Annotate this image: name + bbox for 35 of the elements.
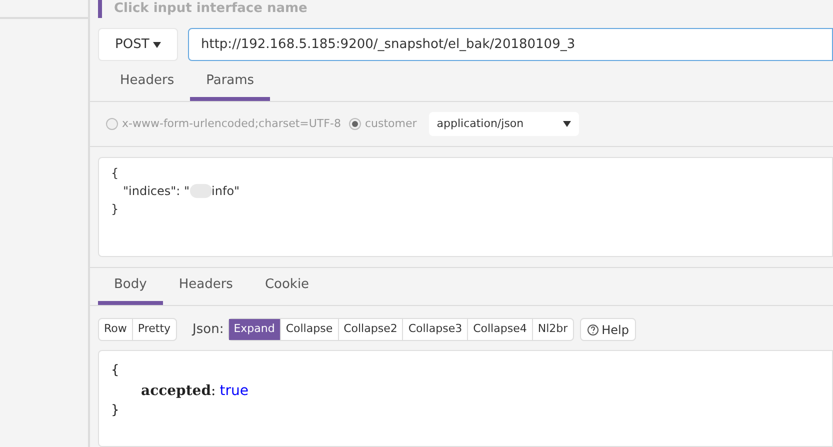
- colon: :: [210, 383, 216, 399]
- url-field[interactable]: http://192.168.5.185:9200/_snapshot/el_bak/20180109_3: [188, 28, 833, 61]
- toggle-button[interactable]: Collapse: [280, 319, 339, 340]
- code-line: "indices": ": [123, 183, 190, 200]
- code-line: }: [111, 202, 119, 216]
- radio-label: customer: [364, 116, 417, 132]
- toggle-button[interactable]: Collapse4: [468, 319, 533, 340]
- request-body-editor[interactable]: { "indices": " info" }: [98, 157, 833, 257]
- json-label: Json:: [192, 320, 224, 339]
- code-line: {: [111, 363, 120, 378]
- toggle-button[interactable]: Pretty: [132, 319, 176, 340]
- toggle-button[interactable]: Nl2br: [532, 319, 573, 340]
- request-tab[interactable]: Params: [190, 65, 270, 101]
- radio-label: x-www-form-urlencoded;charset=UTF-8: [122, 116, 341, 132]
- code-line: {: [111, 166, 119, 180]
- response-tab[interactable]: Cookie: [248, 268, 326, 305]
- help-button[interactable]: Help: [580, 318, 636, 341]
- code-line: }: [111, 403, 120, 418]
- method-select[interactable]: POST: [98, 28, 178, 61]
- toggle-button[interactable]: Collapse2: [338, 319, 404, 340]
- response-tab[interactable]: Body: [98, 268, 163, 305]
- toggle-button[interactable]: Collapse3: [403, 319, 468, 340]
- json-key: accepted: [141, 383, 211, 399]
- radio-button[interactable]: [348, 118, 361, 130]
- toggle-button[interactable]: Row: [99, 319, 133, 340]
- content-type-select[interactable]: application/json: [428, 112, 579, 136]
- radio-button[interactable]: [106, 118, 118, 130]
- caret-icon: [562, 121, 571, 127]
- help-icon: [586, 324, 599, 336]
- toggle-button[interactable]: Expand: [228, 319, 281, 340]
- json-value: true: [220, 383, 248, 399]
- response-tab[interactable]: Headers: [162, 268, 249, 305]
- request-tab[interactable]: Headers: [104, 65, 190, 101]
- code-line: info": [212, 183, 240, 200]
- caret-icon: [153, 42, 161, 48]
